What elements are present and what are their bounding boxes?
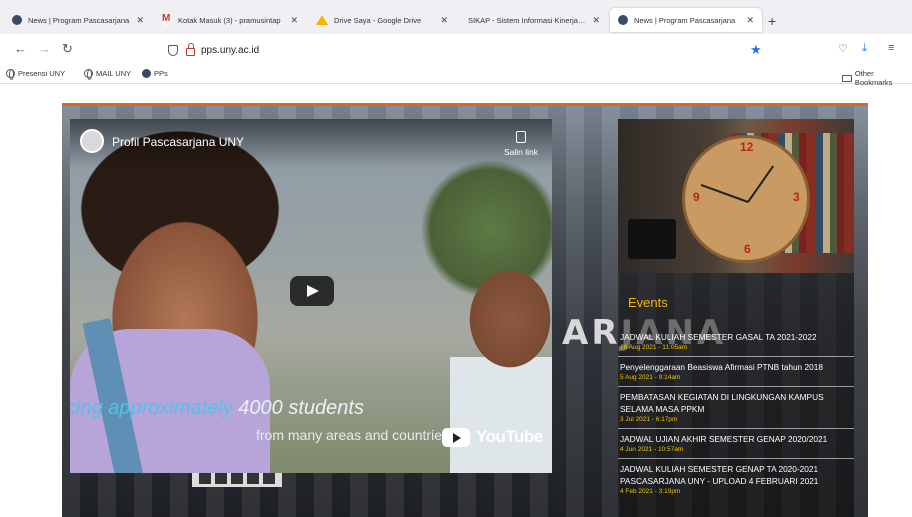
bookmark-presensi[interactable]: Presensi UNY xyxy=(6,69,66,80)
events-heading: Events xyxy=(628,295,668,310)
close-icon[interactable]: ✕ xyxy=(592,15,600,26)
uny-icon xyxy=(618,15,628,25)
url-bar[interactable]: pps.uny.ac.id xyxy=(160,37,772,63)
event-title[interactable]: JADWAL KULIAH SEMESTER GENAP TA 2020-202… xyxy=(620,463,852,487)
event-title[interactable]: JADWAL KULIAH SEMESTER GASAL TA 2021-202… xyxy=(620,331,852,343)
globe-icon xyxy=(84,69,93,80)
event-date: 4 Feb 2021 - 3:19pm xyxy=(620,488,681,495)
youtube-logo[interactable]: YouTube xyxy=(442,427,543,447)
event-title[interactable]: Penyelenggaraan Beasiswa Afirmasi PTNB t… xyxy=(620,361,852,373)
forward-icon[interactable]: → xyxy=(38,41,51,56)
video-player[interactable]: Profil Pascasarjana UNY Salin link cing … xyxy=(70,119,552,473)
tab-title: News | Program Pascasarjana xyxy=(634,15,736,25)
shield-icon[interactable] xyxy=(168,44,178,56)
tab-gmail[interactable]: Kotak Masuk (3) - pramusintap ✕ xyxy=(154,8,306,32)
uny-icon xyxy=(142,69,151,78)
close-icon[interactable]: ✕ xyxy=(136,15,144,26)
close-icon[interactable]: ✕ xyxy=(746,15,754,26)
tab-title: SIKAP - Sistem Informasi Kinerja Pe xyxy=(468,15,587,25)
event-title[interactable]: PEMBATASAN KEGIATAN DI LINGKUNGAN KAMPUS… xyxy=(620,391,852,415)
bookmark-pps[interactable]: PPs xyxy=(142,69,168,78)
event-item[interactable]: JADWAL UJIAN AKHIR SEMESTER GENAP 2020/2… xyxy=(618,429,854,459)
hero-section: ARJANA Profil Pascasarjana UNY Salin lin… xyxy=(62,103,868,517)
youtube-play-icon xyxy=(442,427,470,447)
bookmarks-bar: Presensi UNY MAIL UNY PPs Other Bookmark… xyxy=(0,66,912,87)
event-item[interactable]: PEMBATASAN KEGIATAN DI LINGKUNGAN KAMPUS… xyxy=(618,387,854,429)
video-caption-line1: cing approximately 4000 students xyxy=(70,397,364,419)
bookmark-mail[interactable]: MAIL UNY xyxy=(84,69,132,80)
events-list: JADWAL KULIAH SEMESTER GASAL TA 2021-202… xyxy=(618,327,854,500)
event-item[interactable]: JADWAL KULIAH SEMESTER GASAL TA 2021-202… xyxy=(618,327,854,357)
pocket-icon[interactable]: ♡ xyxy=(838,42,848,55)
page-content: ARJANA Profil Pascasarjana UNY Salin lin… xyxy=(0,85,912,517)
bookmark-label: Presensi UNY xyxy=(18,69,66,78)
bookmark-label: MAIL UNY xyxy=(96,69,132,78)
tab-strip: News | Program Pascasarjana ✕ Kotak Masu… xyxy=(0,0,912,34)
folder-icon xyxy=(842,74,852,82)
new-tab-button[interactable]: + xyxy=(768,13,776,29)
tab-drive[interactable]: Drive Saya - Google Drive ✕ xyxy=(308,8,456,32)
back-icon[interactable]: ← xyxy=(14,41,27,56)
bookmark-label: PPs xyxy=(154,69,168,78)
nav-bar: ← → ↻ pps.uny.ac.id ★ ♡ ⤓ ≡ xyxy=(0,34,912,66)
close-icon[interactable]: ✕ xyxy=(290,15,298,26)
menu-icon[interactable]: ≡ xyxy=(888,42,894,54)
globe-icon xyxy=(6,69,15,80)
event-date: 4 Jun 2021 - 10:57am xyxy=(620,446,684,453)
event-item[interactable]: JADWAL KULIAH SEMESTER GENAP TA 2020-202… xyxy=(618,459,854,500)
lock-icon[interactable] xyxy=(186,43,195,56)
event-date: 3 Jul 2021 - 6:17pm xyxy=(620,416,678,423)
drive-icon xyxy=(316,15,328,25)
reload-icon[interactable]: ↻ xyxy=(62,41,73,57)
tab-title: Kotak Masuk (3) - pramusintap xyxy=(178,15,281,25)
uny-icon xyxy=(12,15,22,25)
url-text[interactable]: pps.uny.ac.id xyxy=(201,45,259,56)
bookmark-star-icon[interactable]: ★ xyxy=(750,42,762,58)
youtube-wordmark: YouTube xyxy=(476,427,543,446)
downloads-icon[interactable]: ⤓ xyxy=(862,42,867,55)
close-icon[interactable]: ✕ xyxy=(440,15,448,26)
copy-icon xyxy=(515,131,526,143)
copy-link-button[interactable]: Salin link xyxy=(504,131,538,157)
event-title[interactable]: JADWAL UJIAN AKHIR SEMESTER GENAP 2020/2… xyxy=(620,433,852,445)
event-date: 16 Aug 2021 - 11:05am xyxy=(620,344,688,351)
video-title[interactable]: Profil Pascasarjana UNY xyxy=(112,135,244,149)
clock-image: 12 9 3 6 xyxy=(682,135,810,263)
gmail-icon xyxy=(162,13,172,25)
copy-link-label: Salin link xyxy=(503,147,538,157)
video-caption-line2: from many areas and countries xyxy=(256,427,449,443)
hero-accent-line xyxy=(62,103,868,106)
tab-sikap[interactable]: SIKAP - Sistem Informasi Kinerja Pe ✕ xyxy=(458,8,608,32)
tab-title: News | Program Pascasarjana xyxy=(28,15,130,25)
event-item[interactable]: Penyelenggaraan Beasiswa Afirmasi PTNB t… xyxy=(618,357,854,387)
tab-title: Drive Saya - Google Drive xyxy=(334,15,422,25)
event-date: 5 Aug 2021 - 9:14am xyxy=(620,374,681,381)
tab-news-active[interactable]: News | Program Pascasarjana ✕ xyxy=(610,8,762,32)
events-photo: 12 9 3 6 xyxy=(618,119,854,273)
events-panel: 12 9 3 6 Events JADWAL KULIAH SEMESTER G… xyxy=(618,119,854,517)
play-button[interactable] xyxy=(290,276,334,306)
tab-news-1[interactable]: News | Program Pascasarjana ✕ xyxy=(4,8,152,32)
channel-avatar[interactable] xyxy=(80,129,104,153)
